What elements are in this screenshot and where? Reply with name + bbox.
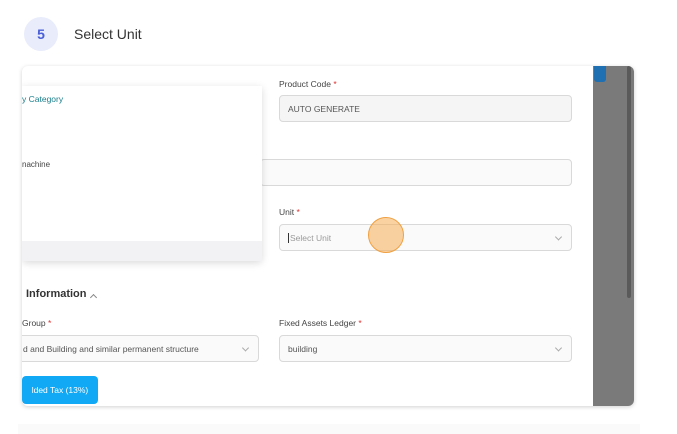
dropdown-option[interactable]: nachine — [22, 160, 50, 169]
product-code-label: Product Code * — [279, 79, 337, 89]
group-select[interactable]: d and Building and similar permanent str… — [22, 335, 259, 362]
section-title[interactable]: Information — [26, 288, 87, 300]
chevron-down-icon — [554, 232, 563, 241]
form-window: Product Code * AUTO GENERATE Unit * Sele… — [22, 66, 634, 406]
text-input[interactable] — [260, 159, 572, 186]
category-dropdown[interactable]: y Category nachine — [22, 86, 262, 261]
dropdown-header: y Category — [22, 94, 64, 104]
chevron-down-icon — [241, 343, 250, 352]
unit-select[interactable]: Select Unit — [279, 224, 572, 251]
step-number-badge: 5 — [24, 17, 58, 51]
fixed-assets-ledger-label: Fixed Assets Ledger * — [279, 318, 362, 328]
fixed-assets-ledger-select[interactable]: building — [279, 335, 572, 362]
dropdown-option-highlighted[interactable] — [22, 241, 262, 261]
bottom-strip — [18, 424, 640, 434]
scrollbar[interactable] — [627, 66, 631, 298]
chevron-up-icon[interactable] — [89, 293, 98, 302]
step-title: Select Unit — [74, 26, 142, 42]
step-header: 5 Select Unit — [24, 17, 142, 51]
click-indicator — [368, 217, 404, 253]
product-code-field: AUTO GENERATE — [279, 95, 572, 122]
chevron-down-icon — [554, 343, 563, 352]
tax-button[interactable]: lded Tax (13%) — [22, 376, 98, 404]
header-accent — [594, 66, 606, 82]
group-label: Group * — [22, 318, 52, 328]
unit-label: Unit * — [279, 207, 300, 217]
